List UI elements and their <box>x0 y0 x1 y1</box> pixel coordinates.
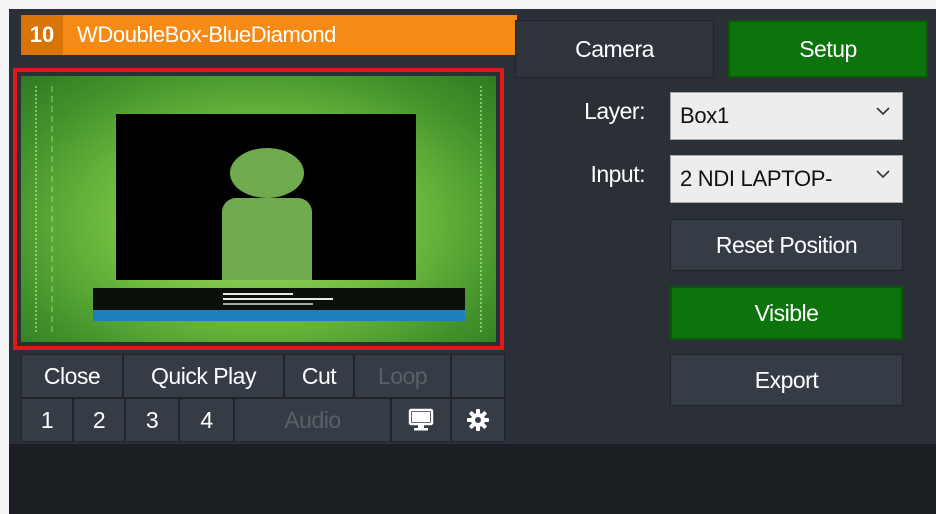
chevron-down-icon <box>876 107 890 116</box>
cut-button[interactable]: Cut <box>284 354 354 398</box>
overlay-4-button[interactable]: 4 <box>179 398 234 442</box>
monitor-icon <box>408 408 434 431</box>
bottom-panel <box>9 444 936 514</box>
lower-third-text-line <box>223 303 313 305</box>
lower-third-text-line <box>223 298 333 300</box>
input-title: WDoubleBox-BlueDiamond <box>77 22 336 47</box>
visible-toggle-button[interactable]: Visible <box>670 286 903 340</box>
avatar-placeholder-body <box>222 198 312 280</box>
chevron-down-icon <box>876 170 890 179</box>
layer-label: Layer: <box>584 98 645 124</box>
input-title-bar[interactable]: 10 WDoubleBox-BlueDiamond <box>21 15 517 55</box>
video-box <box>116 114 416 280</box>
input-label: Input: <box>590 161 645 187</box>
avatar-placeholder-head <box>230 148 304 198</box>
reset-position-button[interactable]: Reset Position <box>670 219 903 271</box>
tab-setup[interactable]: Setup <box>728 20 928 78</box>
layer-select-value: Box1 <box>680 103 729 128</box>
input-select[interactable]: 2 NDI LAPTOP- <box>670 155 903 203</box>
loop-button[interactable]: Loop <box>354 354 451 398</box>
overlay-1-button[interactable]: 1 <box>21 398 73 442</box>
lower-third-text-line <box>223 293 293 295</box>
close-button[interactable]: Close <box>21 354 123 398</box>
input-select-value: 2 NDI LAPTOP- <box>680 166 833 191</box>
input-window: 10 WDoubleBox-BlueDiamond Close Quick Pl… <box>9 9 936 514</box>
overlay-3-button[interactable]: 3 <box>125 398 179 442</box>
lower-third-accent-bar <box>93 310 465 321</box>
tab-camera[interactable]: Camera <box>515 20 714 78</box>
audio-button[interactable]: Audio <box>234 398 391 442</box>
lower-third-bar <box>93 288 465 310</box>
empty-control-slot <box>451 354 505 398</box>
gear-icon <box>467 409 489 431</box>
input-number: 10 <box>21 15 63 55</box>
background-circuit-decoration <box>51 86 93 332</box>
input-preview[interactable] <box>21 76 496 342</box>
layer-select[interactable]: Box1 <box>670 92 903 140</box>
overlay-2-button[interactable]: 2 <box>73 398 125 442</box>
quick-play-button[interactable]: Quick Play <box>123 354 284 398</box>
lower-third-graphic <box>93 288 465 321</box>
monitor-button[interactable] <box>391 398 451 442</box>
export-button[interactable]: Export <box>670 354 903 406</box>
settings-button[interactable] <box>451 398 505 442</box>
